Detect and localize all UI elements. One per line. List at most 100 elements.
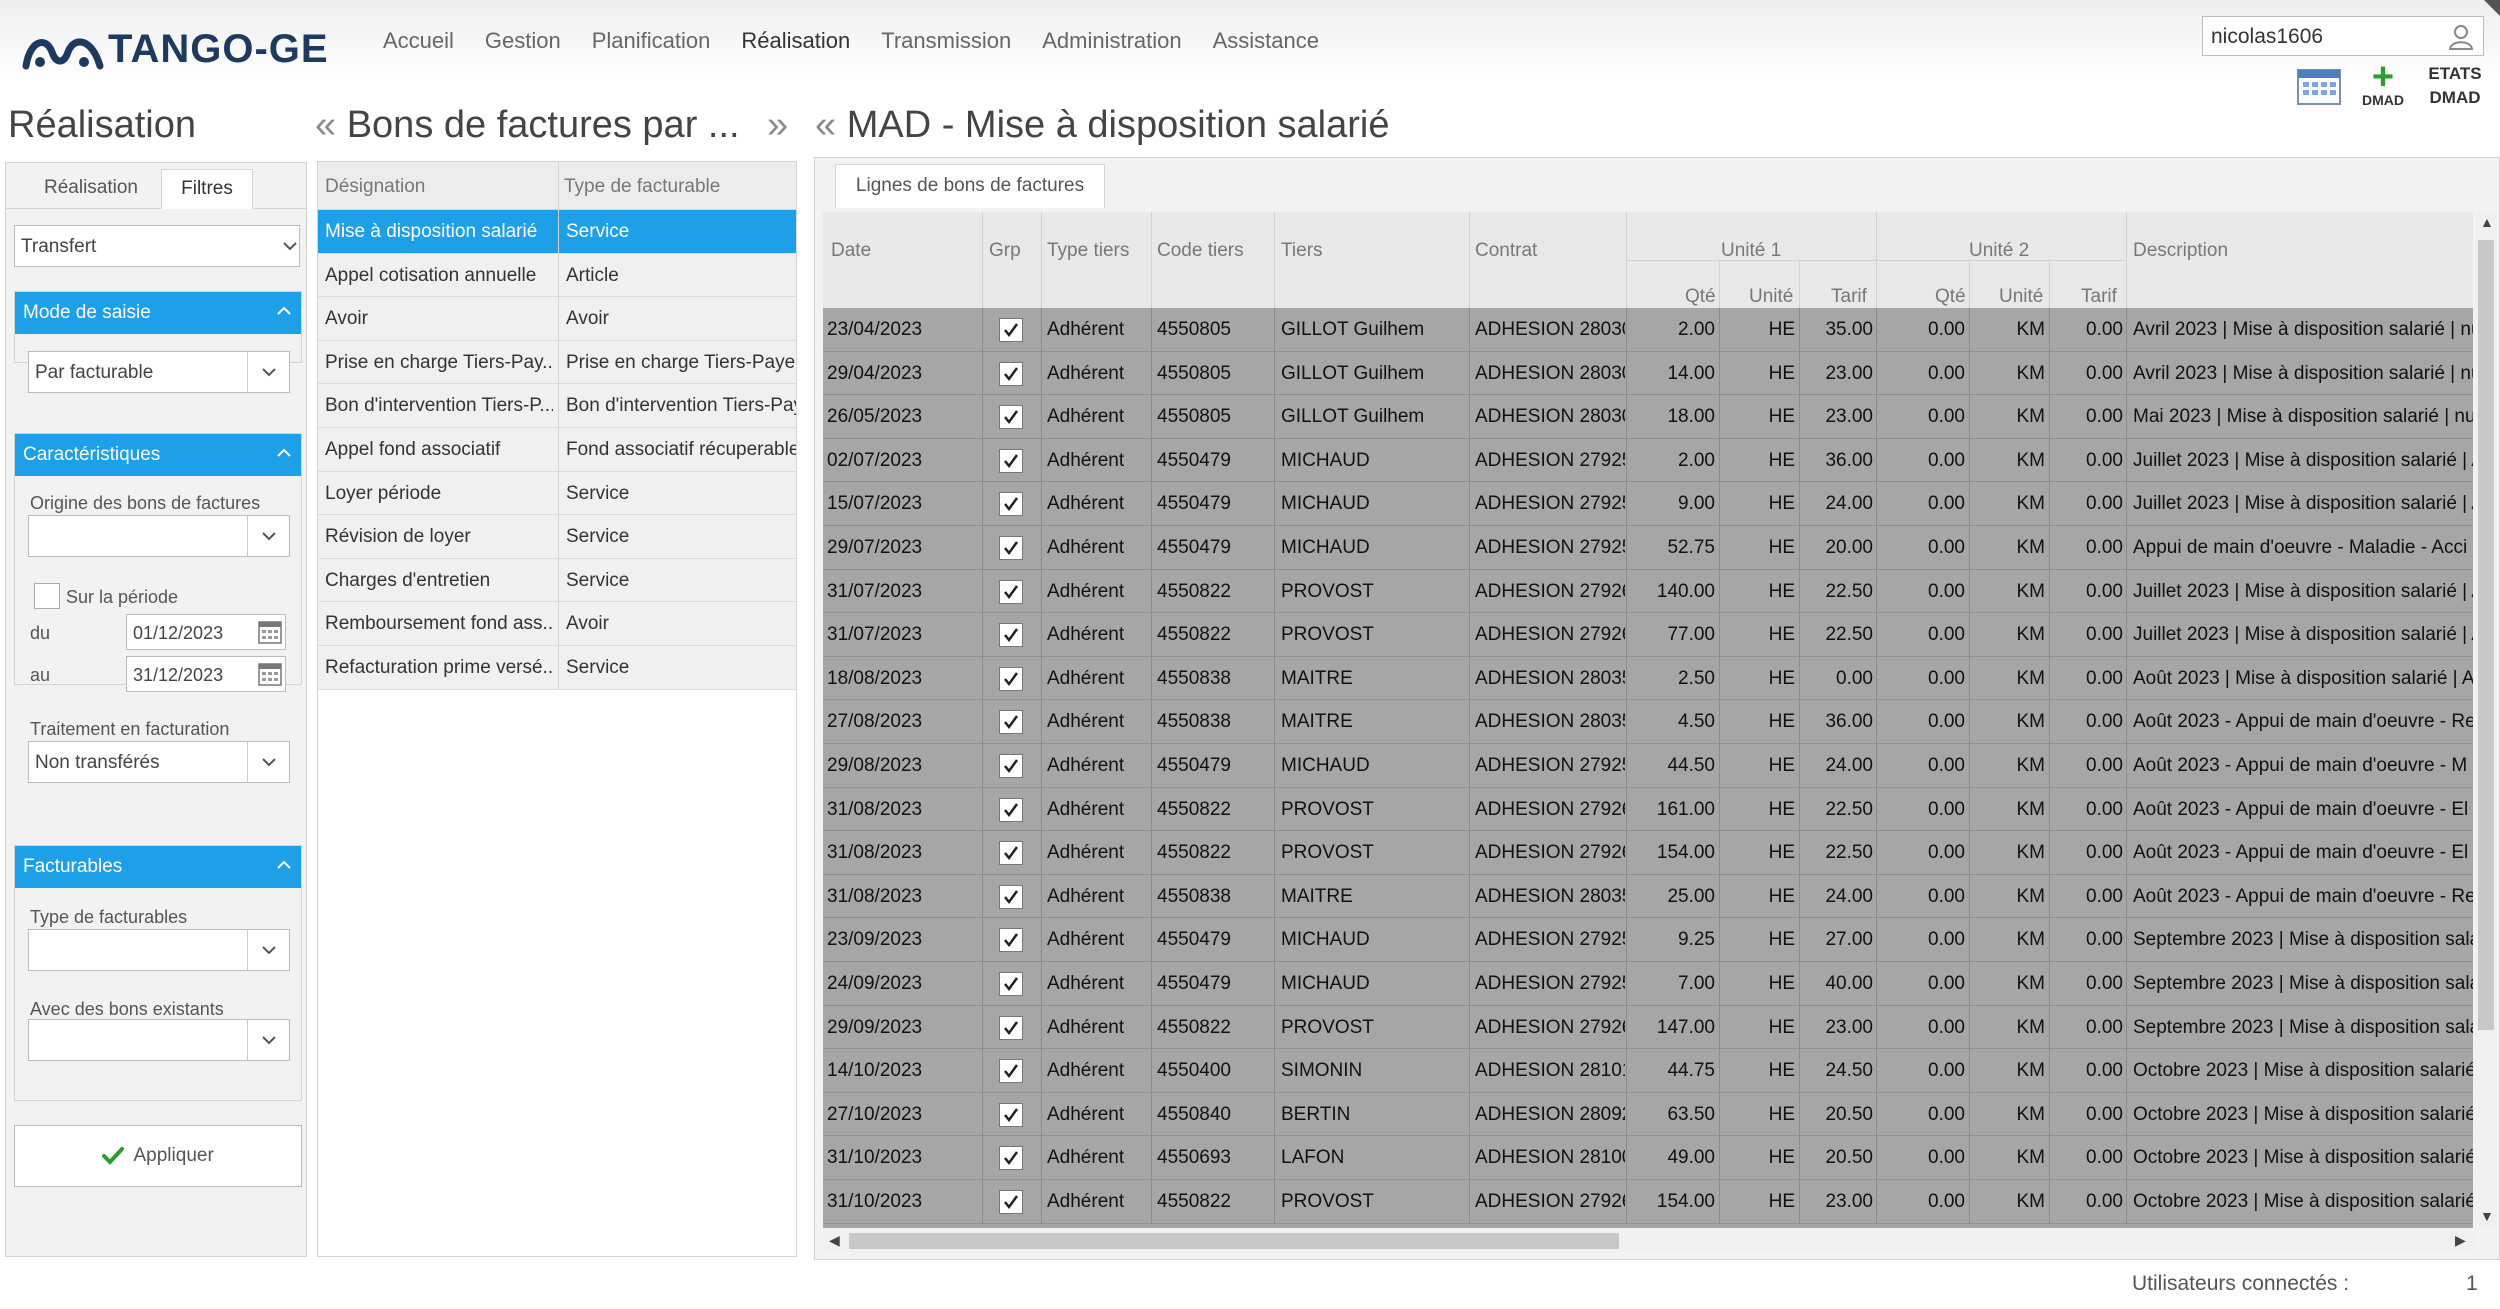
table-row[interactable]: 23/04/2023 Adhérent 4550805 GILLOT Guilhem A… [823,308,2473,352]
col-unite-1[interactable]: Unité [1749,286,1793,308]
list-item[interactable]: Remboursement fond ass... Avoir [318,602,796,646]
section-head-facturables[interactable]: Facturables [15,846,301,888]
table-row[interactable]: 14/10/2023 Adhérent 4550400 SIMONIN ADHESION… [823,1049,2473,1093]
vertical-scrollbar[interactable]: ▲ ▼ [2475,212,2497,1228]
table-row[interactable]: 31/07/2023 Adhérent 4550822 PROVOST ADHESION… [823,569,2473,614]
grp-checkbox[interactable] [999,1102,1023,1127]
list-item[interactable]: Appel fond associatif Fond associatif réc… [318,427,796,472]
scroll-thumb[interactable] [849,1233,1619,1249]
table-row[interactable]: 31/10/2023 Adhérent 4550822 PROVOST ADHESION… [823,1180,2473,1224]
tab-filtres[interactable]: Filtres [161,169,253,209]
table-row[interactable]: 24/09/2023 Adhérent 4550479 MICHAUD ADHESION… [823,962,2473,1006]
apply-button[interactable]: Appliquer [14,1125,302,1187]
list-item[interactable]: Bon d'intervention Tiers-P... Bon d'inter… [318,384,796,428]
nav-administration[interactable]: Administration [1042,28,1181,54]
calendar-icon[interactable] [257,661,283,687]
col-grp[interactable]: Grp [989,240,1021,262]
date-du-input[interactable]: 01/12/2023 [126,614,286,650]
table-row[interactable]: 27/08/2023 Adhérent 4550838 MAITRE ADHESION … [823,700,2473,744]
collapse-middle-icon[interactable]: « [815,104,836,146]
grp-checkbox[interactable] [999,841,1023,866]
section-head-caracteristiques[interactable]: Caractéristiques [15,434,301,476]
list-item[interactable]: Charges d'entretien Service [318,558,796,603]
transfert-select[interactable]: Transfert [14,225,300,267]
expand-right-icon[interactable]: » [767,104,788,147]
nav-planification[interactable]: Planification [592,28,711,54]
table-row[interactable]: 29/09/2023 Adhérent 4550822 PROVOST ADHESION… [823,1005,2473,1050]
grp-checkbox[interactable] [999,710,1023,735]
grp-checkbox[interactable] [999,884,1023,909]
table-row[interactable]: 27/10/2023 Adhérent 4550840 BERTIN ADHESION … [823,1092,2473,1137]
date-au-input[interactable]: 31/12/2023 [126,656,286,692]
table-row[interactable]: 31/08/2023 Adhérent 4550822 PROVOST ADHESION… [823,831,2473,875]
grp-checkbox[interactable] [999,797,1023,822]
user-box[interactable]: nicolas1606 [2202,16,2484,56]
grp-checkbox[interactable] [999,536,1023,560]
grp-checkbox[interactable] [999,928,1023,953]
grp-checkbox[interactable] [999,1015,1023,1040]
col-tarif-2[interactable]: Tarif [2081,286,2117,308]
col-contrat[interactable]: Contrat [1475,240,1537,262]
list-item[interactable]: Révision de loyer Service [318,515,796,559]
scroll-left-icon[interactable]: ◀ [829,1232,840,1249]
calendar-icon[interactable] [2296,66,2342,106]
table-row[interactable]: 31/10/2023 Adhérent 4550693 LAFON ADHESION 2… [823,1136,2473,1180]
col-type-facturable[interactable]: Type de facturable [564,176,720,198]
calendar-icon[interactable] [257,619,283,645]
scroll-right-icon[interactable]: ▶ [2455,1232,2466,1249]
scroll-down-icon[interactable]: ▼ [2480,1208,2494,1224]
col-unite-2[interactable]: Unité [1999,286,2043,308]
table-row[interactable]: 31/07/2023 Adhérent 4550822 PROVOST ADHESION… [823,613,2473,657]
grp-checkbox[interactable] [999,623,1023,648]
table-row[interactable]: 31/08/2023 Adhérent 4550838 MAITRE ADHESION … [823,874,2473,919]
origine-select[interactable] [28,515,290,557]
table-row[interactable]: 23/09/2023 Adhérent 4550479 MICHAUD ADHESION… [823,918,2473,962]
table-row[interactable]: 29/07/2023 Adhérent 4550479 MICHAUD ADHESION… [823,526,2473,570]
traitement-select[interactable]: Non transférés [28,741,290,783]
grp-checkbox[interactable] [999,492,1023,517]
list-item[interactable]: Refacturation prime versé... Service [318,645,796,690]
horizontal-scrollbar[interactable]: ◀ ▶ [823,1230,2475,1252]
section-head-mode-saisie[interactable]: Mode de saisie [15,292,301,334]
col-type-tiers[interactable]: Type tiers [1047,240,1129,262]
grp-checkbox[interactable] [999,448,1023,473]
table-row[interactable]: 31/08/2023 Adhérent 4550822 PROVOST ADHESION… [823,787,2473,832]
grp-checkbox[interactable] [999,666,1023,691]
sur-periode-checkbox[interactable] [34,583,60,609]
list-item[interactable]: Loyer période Service [318,471,796,516]
avec-bons-select[interactable] [28,1019,290,1061]
table-row[interactable]: 18/08/2023 Adhérent 4550838 MAITRE ADHESION … [823,656,2473,701]
col-tiers[interactable]: Tiers [1281,240,1323,262]
mode-saisie-select[interactable]: Par facturable [28,351,290,393]
nav-realisation[interactable]: Réalisation [741,28,850,54]
logo[interactable]: TANGO-GE [22,24,329,74]
grp-checkbox[interactable] [999,1059,1023,1084]
scroll-up-icon[interactable]: ▲ [2480,214,2494,230]
nav-gestion[interactable]: Gestion [485,28,561,54]
grp-checkbox[interactable] [999,361,1023,386]
grp-checkbox[interactable] [999,579,1023,604]
list-item[interactable]: Mise à disposition salarié Service [318,210,796,254]
tab-realisation[interactable]: Réalisation [16,169,166,209]
etats-dmad-button[interactable]: ETATS DMAD [2420,62,2490,110]
col-designation[interactable]: Désignation [325,176,425,198]
collapse-left-icon[interactable]: « [315,104,336,146]
add-dmad-button[interactable]: + DMAD [2358,58,2408,108]
user-icon[interactable] [2447,23,2475,51]
nav-accueil[interactable]: Accueil [383,28,454,54]
table-row[interactable]: 26/05/2023 Adhérent 4550805 GILLOT Guilhem A… [823,395,2473,439]
grp-checkbox[interactable] [999,405,1023,430]
nav-transmission[interactable]: Transmission [881,28,1011,54]
col-code-tiers[interactable]: Code tiers [1157,240,1244,262]
nav-assistance[interactable]: Assistance [1213,28,1319,54]
list-item[interactable]: Prise en charge Tiers-Pay... Prise en cha… [318,340,796,385]
grp-checkbox[interactable] [999,754,1023,778]
list-item[interactable]: Appel cotisation annuelle Article [318,253,796,298]
grp-checkbox[interactable] [999,318,1023,342]
table-row[interactable]: 02/07/2023 Adhérent 4550479 MICHAUD ADHESION… [823,438,2473,483]
col-tarif-1[interactable]: Tarif [1831,286,1867,308]
col-description[interactable]: Description [2133,240,2228,262]
table-row[interactable]: 29/04/2023 Adhérent 4550805 GILLOT Guilhem A… [823,351,2473,396]
type-facturables-select[interactable] [28,929,290,971]
table-row[interactable]: 15/07/2023 Adhérent 4550479 MICHAUD ADHESION… [823,482,2473,526]
